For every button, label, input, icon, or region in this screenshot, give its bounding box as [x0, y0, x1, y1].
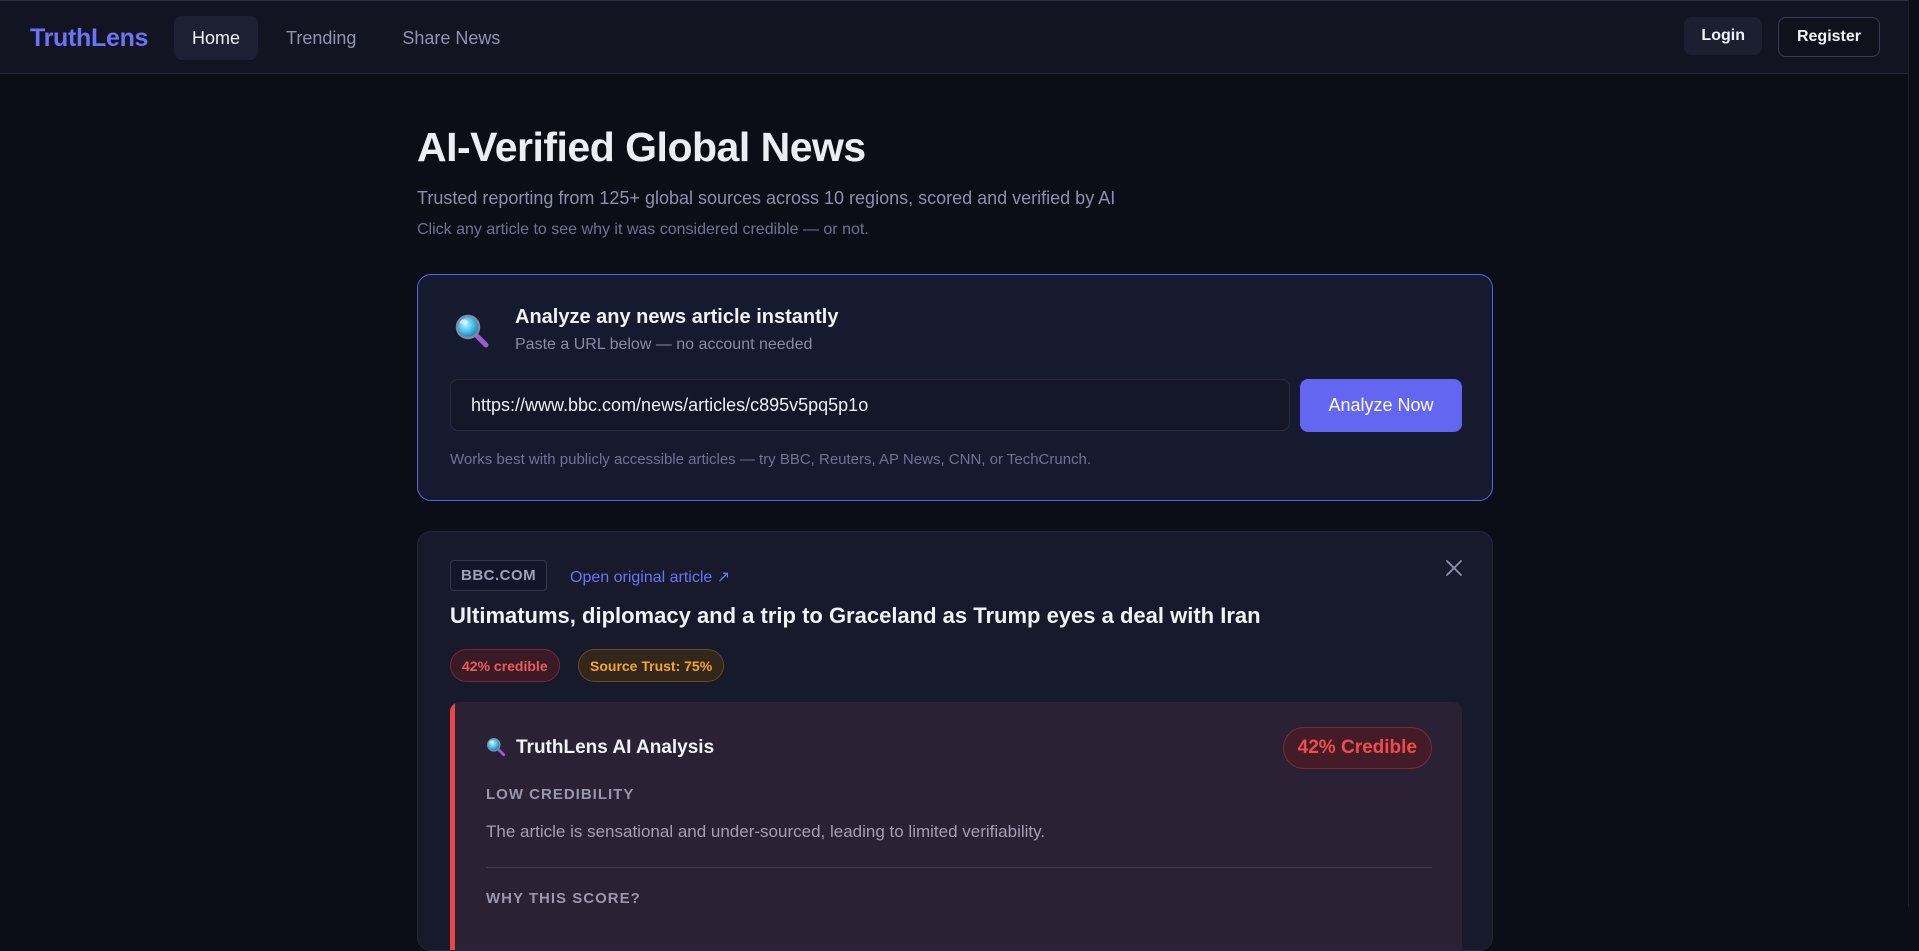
page-title: AI-Verified Global News — [417, 124, 866, 170]
main-content: AI-Verified Global News Trusted reportin… — [417, 74, 1493, 951]
analyze-title: Analyze any news article instantly — [515, 306, 839, 328]
source-trust-badge: Source Trust: 75% — [578, 649, 725, 682]
nav-link-trending[interactable]: Trending — [268, 16, 374, 60]
auth-buttons: Login Register — [1684, 17, 1880, 57]
open-original-link[interactable]: Open original article ↗ — [570, 567, 730, 587]
page-hint: Click any article to see why it was cons… — [417, 221, 869, 239]
close-button[interactable] — [1440, 554, 1468, 582]
analyze-now-button[interactable]: Analyze Now — [1300, 379, 1462, 432]
analyze-card: Analyze any news article instantly Paste… — [417, 274, 1493, 501]
credibility-level: LOW CREDIBILITY — [486, 786, 635, 803]
close-icon — [1446, 560, 1462, 576]
article-title[interactable]: Ultimatums, diplomacy and a trip to Grac… — [450, 603, 1261, 629]
credibility-badge: 42% credible — [450, 649, 560, 682]
magnifier-icon — [486, 737, 506, 757]
brand-logo[interactable]: TruthLens — [30, 24, 148, 53]
source-badge: BBC.COM — [450, 560, 548, 591]
nav-link-home[interactable]: Home — [174, 16, 259, 60]
ai-analysis-panel: TruthLens AI Analysis 42% Credible LOW C… — [450, 702, 1462, 950]
page-scrollbar[interactable] — [1908, 0, 1919, 907]
nav-links: Home Trending Share News — [174, 16, 518, 60]
credibility-indicator-bar — [450, 702, 455, 950]
ai-analysis-title: TruthLens AI Analysis — [516, 737, 715, 758]
ai-credibility-score: 42% Credible — [1282, 727, 1432, 769]
page-subtitle: Trusted reporting from 125+ global sourc… — [417, 188, 1116, 209]
magnifier-icon — [455, 314, 489, 348]
why-score-heading: WHY THIS SCORE? — [486, 890, 641, 907]
top-navbar: TruthLens Home Trending Share News Login… — [0, 0, 1908, 74]
register-button[interactable]: Register — [1777, 17, 1880, 57]
analyze-note: Works best with publicly accessible arti… — [450, 451, 1092, 468]
divider — [486, 867, 1432, 868]
url-input[interactable] — [450, 379, 1290, 431]
article-card: BBC.COM Open original article ↗ Ultimatu… — [417, 531, 1493, 951]
analyze-subtitle: Paste a URL below — no account needed — [515, 336, 813, 353]
nav-link-share-news[interactable]: Share News — [384, 16, 518, 60]
analysis-summary: The article is sensational and under-sou… — [486, 822, 1046, 841]
login-button[interactable]: Login — [1684, 17, 1762, 55]
